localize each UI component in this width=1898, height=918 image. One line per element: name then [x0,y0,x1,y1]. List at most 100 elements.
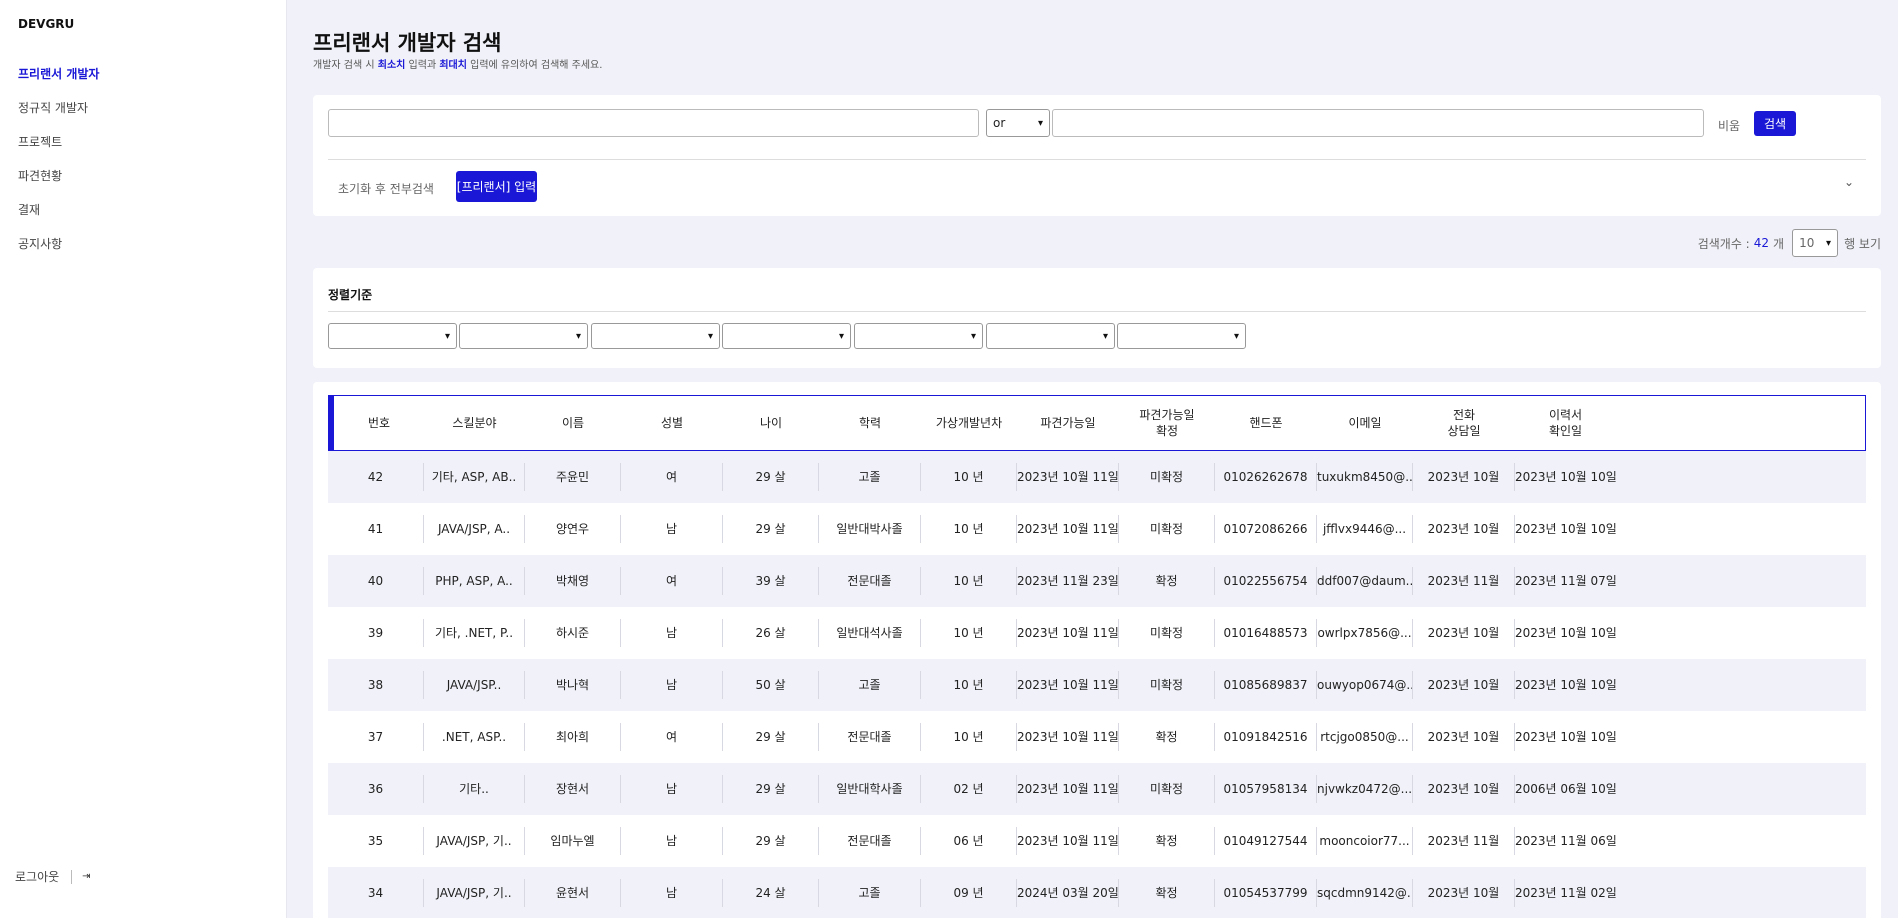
table-cell: 29 살 [723,463,819,491]
rows-label: 행 보기 [1844,236,1881,251]
table-cell: 2023년 11월 23일 [1017,567,1119,595]
table-cell: 2023년 10월 [1413,515,1515,543]
table-cell: 미확정 [1119,463,1215,491]
table-cell: 2023년 10월 [1413,879,1515,907]
table-row[interactable]: 34 JAVA/JSP, 기.. 윤현서 남 24 살 고졸 09 년 2024년 03월 2… [328,867,1866,918]
table-cell: 미확정 [1119,671,1215,699]
table-cell: 39 [328,619,424,647]
table-row[interactable]: 38 JAVA/JSP.. 박나혁 남 50 살 고졸 10 년 2023년 10월 11일 미… [328,659,1866,711]
table-cell: jfflvx9446@... [1317,515,1413,543]
sidebar-item-freelancer[interactable]: 프리랜서 개발자 [18,66,99,100]
table-cell: 2023년 10월 10일 [1515,470,1616,484]
table-cell: 2023년 10월 10일 [1515,730,1616,744]
table-cell: 01022556754 [1215,567,1317,595]
sidebar-item-regular[interactable]: 정규직 개발자 [18,100,99,134]
freelancer-input-button[interactable]: [프리랜서] 입력 [456,171,537,202]
chevron-down-icon[interactable]: ⌄ [1844,175,1854,189]
sidebar-item-project[interactable]: 프로젝트 [18,134,99,168]
table-row[interactable]: 40 PHP, ASP, A.. 박채영 여 39 살 전문대졸 10 년 2023년 11월… [328,555,1866,607]
column-header: 핸드폰 [1249,416,1283,430]
table-row[interactable]: 39 기타, .NET, P.. 하시준 남 26 살 일반대석사졸 10 년 2023년 1… [328,607,1866,659]
sort-select-7[interactable]: ▾ [1117,323,1246,349]
table-cell: 2023년 10월 11일 [1017,723,1119,751]
table-cell: 확정 [1119,879,1215,907]
column-header: 이력서 확인일 [1548,408,1583,438]
table-cell: 10 년 [921,619,1017,647]
table-cell: 남 [621,671,723,699]
table-cell: 40 [328,567,424,595]
operator-select[interactable]: or ▾ [986,109,1050,137]
table-cell: rtcjgo0850@... [1317,723,1413,751]
subtitle-text: 입력과 [405,60,440,71]
sort-select-3[interactable]: ▾ [591,323,720,349]
sort-select-6[interactable]: ▾ [986,323,1115,349]
chevron-down-icon: ▾ [1037,117,1043,129]
table-cell: 10 년 [921,723,1017,751]
table-cell: 2023년 10월 11일 [1017,775,1119,803]
table-cell: 고졸 [819,879,921,907]
table-cell: 01057958134 [1215,775,1317,803]
sort-select-5[interactable]: ▾ [854,323,983,349]
search-input-right[interactable] [1052,109,1704,137]
column-header: 이메일 [1348,416,1382,430]
not-label[interactable]: 비움 [1718,117,1740,134]
divider [328,159,1866,160]
table-row[interactable]: 42 기타, ASP, AB.. 주윤민 여 29 살 고졸 10 년 2023년 10월 1… [328,451,1866,503]
table-cell: njvwkz0472@... [1317,775,1413,803]
table-cell: 일반대석사졸 [819,619,921,647]
table-cell: 전문대졸 [819,723,921,751]
reset-search-button[interactable]: 초기화 후 전부검색 [338,180,434,197]
table-row[interactable]: 36 기타.. 장현서 남 29 살 일반대학사졸 02 년 2023년 10월 11일 미확정… [328,763,1866,815]
table-cell: 2023년 10월 10일 [1515,522,1616,536]
table-cell: 29 살 [723,515,819,543]
sort-select-2[interactable]: ▾ [459,323,588,349]
table-cell: 확정 [1119,827,1215,855]
table-row[interactable]: 37 .NET, ASP.. 최아희 여 29 살 전문대졸 10 년 2023년 10월 1… [328,711,1866,763]
sidebar-nav: 프리랜서 개발자 정규직 개발자 프로젝트 파견현황 결재 공지사항 [18,66,99,270]
table-cell: 01049127544 [1215,827,1317,855]
table-cell: 기타, .NET, P.. [424,619,525,647]
column-header: 학력 [858,416,882,430]
table-cell: 2023년 10월 11일 [1017,515,1119,543]
table-cell: 남 [621,775,723,803]
table-cell: 24 살 [723,879,819,907]
logout-button[interactable]: 로그아웃 [15,868,59,885]
table-row[interactable]: 35 JAVA/JSP, 기.. 임마누엘 남 29 살 전문대졸 06 년 2023년 10… [328,815,1866,867]
subtitle-text: 개발자 검색 시 [313,60,378,71]
table-cell: JAVA/JSP, 기.. [424,879,525,907]
sidebar-item-approval[interactable]: 결재 [18,202,99,236]
search-button[interactable]: 검색 [1754,111,1796,136]
table-cell: sqcdmn9142@... [1317,879,1413,907]
sidebar-item-dispatch[interactable]: 파견현황 [18,168,99,202]
rows-per-page-select[interactable]: 10 ▾ [1792,229,1839,257]
table-cell: 02 년 [921,775,1017,803]
table-cell: 2023년 10월 [1413,723,1515,751]
subtitle-min: 최소치 [377,60,406,71]
table-row[interactable]: 41 JAVA/JSP, A.. 양연우 남 29 살 일반대박사졸 10 년 2023년 1… [328,503,1866,555]
table-cell: 50 살 [723,671,819,699]
table-cell: 남 [621,827,723,855]
table-cell: 2023년 10월 11일 [1017,619,1119,647]
table-cell: 10 년 [921,463,1017,491]
sort-select-1[interactable]: ▾ [328,323,457,349]
table-cell: 남 [621,515,723,543]
logout-icon[interactable]: ⇥ [82,871,90,882]
chevron-down-icon: ▾ [707,330,713,342]
table-cell: 26 살 [723,619,819,647]
chevron-down-icon: ▾ [1826,237,1832,249]
sidebar-item-notice[interactable]: 공지사항 [18,236,99,270]
app-logo[interactable]: DEVGRU [18,17,74,31]
table-cell: ouwyop0674@... [1317,671,1413,699]
table-cell: 남 [621,879,723,907]
divider [71,869,73,884]
table-cell: 10 년 [921,515,1017,543]
table-cell: tuxukm8450@... [1317,463,1413,491]
sort-select-4[interactable]: ▾ [722,323,851,349]
column-header: 이름 [561,416,585,430]
chevron-down-icon: ▾ [1233,330,1239,342]
search-input-left[interactable] [328,109,979,137]
table-cell: 38 [328,671,424,699]
table-cell: 2023년 11월 06일 [1515,834,1616,848]
column-header: 전화 상담일 [1447,408,1481,438]
table-cell: 42 [328,463,424,491]
